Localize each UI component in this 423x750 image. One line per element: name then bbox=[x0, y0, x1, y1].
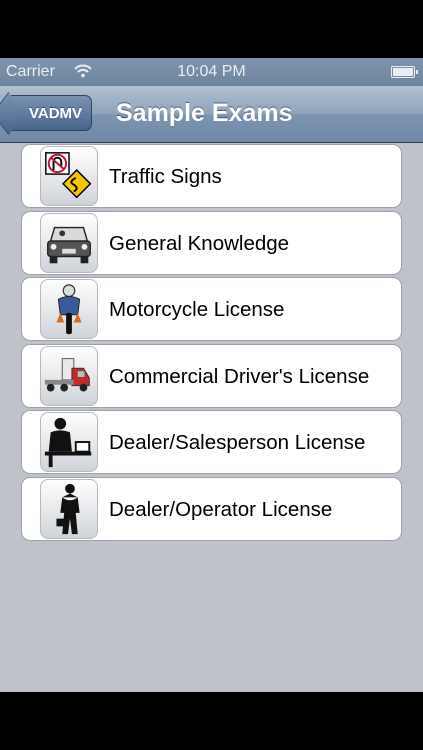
exam-label: Dealer/Operator License bbox=[109, 497, 333, 521]
exam-row-general-knowledge[interactable]: General Knowledge bbox=[21, 210, 402, 275]
back-button-label: VADMV bbox=[28, 104, 83, 122]
salesperson-icon bbox=[40, 412, 98, 473]
exam-row-dealer-salesperson-license[interactable]: Dealer/Salesperson License bbox=[21, 410, 402, 475]
navigation-bar: VADMV Sample Exams bbox=[0, 86, 423, 143]
exam-row-traffic-signs[interactable]: Traffic Signs bbox=[21, 144, 402, 208]
exam-row-motorcycle-license[interactable]: Motorcycle License bbox=[21, 277, 402, 342]
traffic-signs-icon bbox=[40, 146, 98, 206]
exam-label: Traffic Signs bbox=[109, 165, 222, 188]
operator-icon bbox=[40, 478, 98, 539]
battery-icon bbox=[391, 66, 418, 78]
exam-list: Traffic Signs General Knowledge Motorcyc… bbox=[21, 144, 402, 544]
exam-row-commercial-drivers-license[interactable]: Commercial Driver's License bbox=[21, 343, 402, 408]
clock: 10:04 PM bbox=[177, 63, 246, 80]
back-button[interactable]: VADMV bbox=[8, 95, 92, 131]
truck-icon bbox=[40, 345, 98, 406]
page-title: Sample Exams bbox=[116, 99, 293, 127]
exam-label: Commercial Driver's License bbox=[109, 364, 370, 388]
car-front-icon bbox=[40, 212, 98, 273]
exam-label: General Knowledge bbox=[109, 231, 290, 255]
exam-label: Dealer/Salesperson License bbox=[109, 431, 366, 455]
exam-row-dealer-operator-license[interactable]: Dealer/Operator License bbox=[21, 476, 402, 541]
motorcycle-icon bbox=[40, 279, 98, 340]
status-bar: Carrier 10:04 PM bbox=[0, 58, 423, 86]
exam-label: Motorcycle License bbox=[109, 298, 285, 322]
